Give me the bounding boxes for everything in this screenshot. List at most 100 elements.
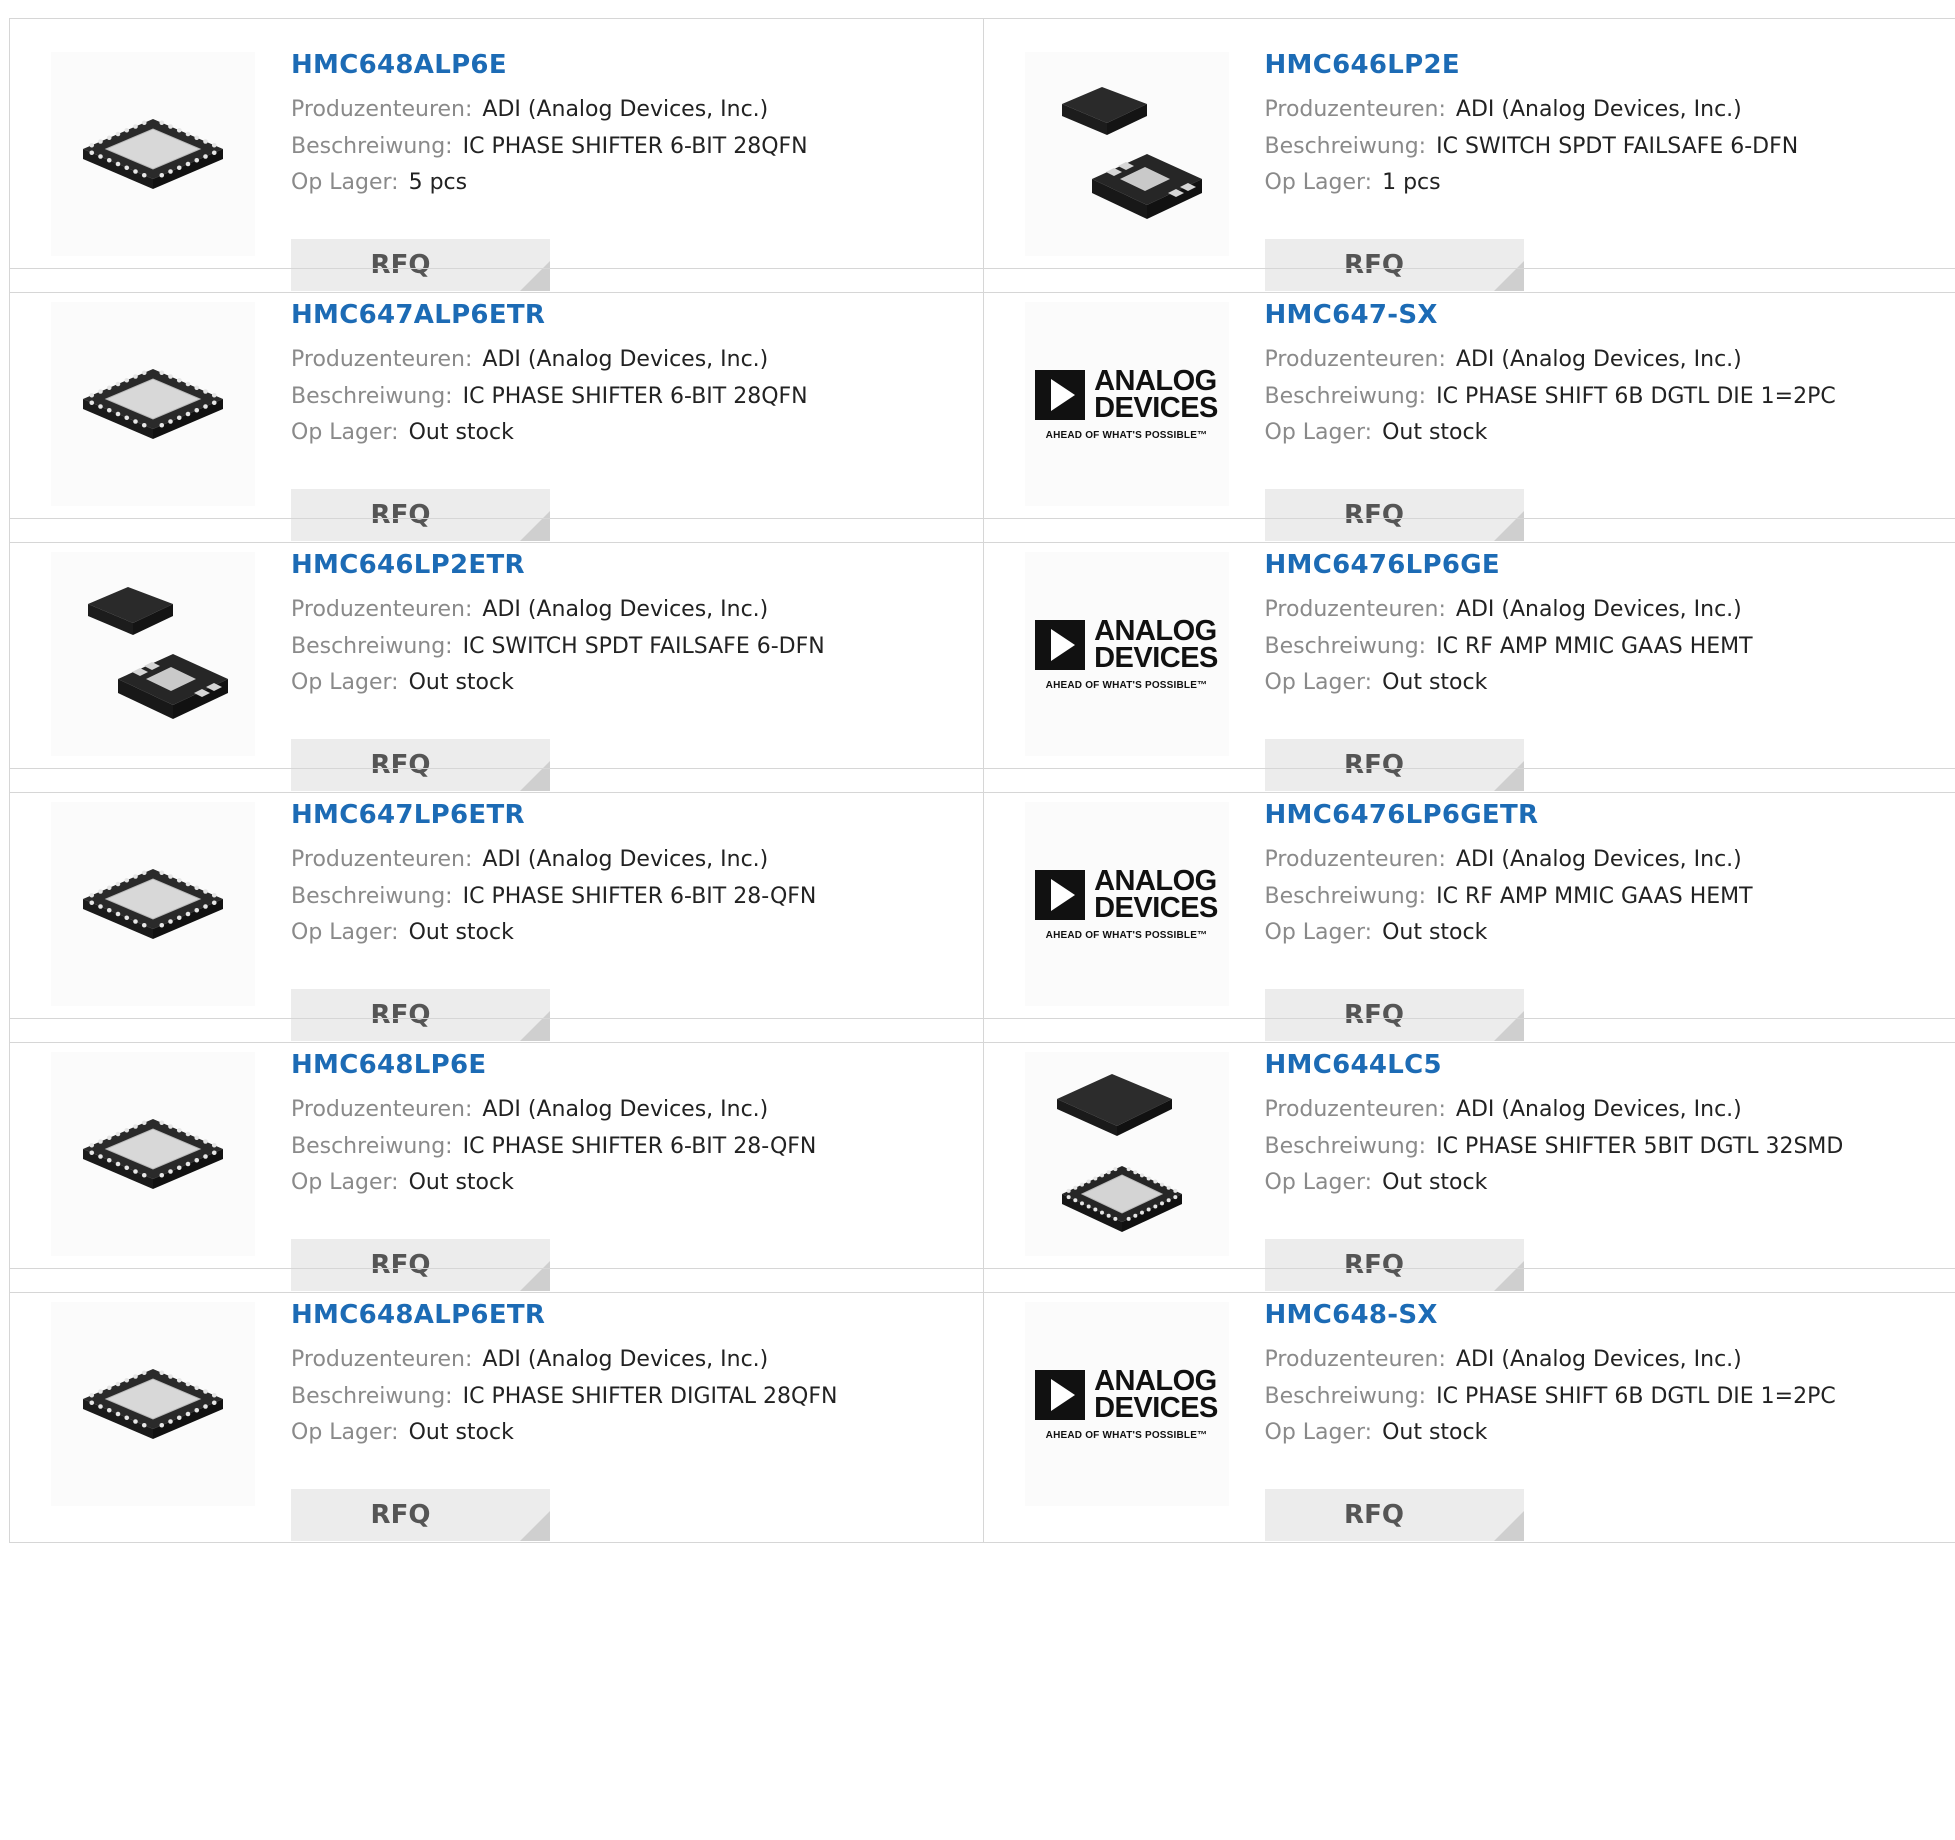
- manufacturer-row: Produzenteuren: ADI (Analog Devices, Inc.…: [291, 842, 971, 879]
- stock-value: Out stock: [1382, 920, 1488, 945]
- manufacturer-label: Produzenteuren:: [1264, 1347, 1446, 1372]
- stock-value: Out stock: [408, 920, 514, 945]
- description-label: Beschreiwung:: [291, 1383, 453, 1409]
- analog-devices-logo: ANALOG DEVICES AHEAD OF WHAT'S POSSIBLE™: [1035, 616, 1218, 691]
- corner-triangle-icon: [1493, 1511, 1524, 1541]
- description-row: Beschreiwung: IC RF AMP MMIC GAAS HEMT: [1265, 629, 1945, 666]
- rfq-button-label: RFQ: [370, 1500, 431, 1530]
- product-card: HMC646LP2ETR Produzenteuren: ADI (Analog …: [10, 519, 983, 792]
- part-number-link[interactable]: HMC6476LP6GETR: [1265, 800, 1945, 830]
- part-number-link[interactable]: HMC647-SX: [1265, 300, 1945, 330]
- description-label: Beschreiwung:: [1264, 883, 1427, 909]
- manufacturer-value: ADI (Analog Devices, Inc.): [1455, 597, 1742, 622]
- manufacturer-row: Produzenteuren: ADI (Analog Devices, Inc.…: [291, 1092, 971, 1129]
- part-number-link[interactable]: HMC647ALP6ETR: [291, 300, 971, 330]
- manufacturer-value: ADI (Analog Devices, Inc.): [482, 97, 769, 122]
- manufacturer-value: ADI (Analog Devices, Inc.): [482, 847, 769, 872]
- stock-row: Op Lager: Out stock: [1265, 1165, 1945, 1202]
- brand-logo-line2: DEVICES: [1094, 1391, 1218, 1424]
- product-card: ANALOG DEVICES AHEAD OF WHAT'S POSSIBLE™ H…: [982, 519, 1955, 792]
- brand-logo-tagline: AHEAD OF WHAT'S POSSIBLE™: [1045, 679, 1208, 691]
- lc5-chip-icon: [1056, 1074, 1182, 1232]
- part-number-link[interactable]: HMC644LC5: [1265, 1050, 1945, 1080]
- brand-logo-line2: DEVICES: [1094, 391, 1218, 424]
- manufacturer-row: Produzenteuren: ADI (Analog Devices, Inc.…: [1265, 342, 1945, 379]
- product-row: HMC647LP6ETR Produzenteuren: ADI (Analog …: [9, 768, 1955, 1043]
- product-image[interactable]: [51, 552, 255, 756]
- analog-devices-logo: ANALOG DEVICES AHEAD OF WHAT'S POSSIBLE™: [1035, 1364, 1218, 1441]
- manufacturer-value: ADI (Analog Devices, Inc.): [1455, 347, 1742, 372]
- brand-logo-line1: ANALOG: [1094, 1364, 1217, 1397]
- rfq-button[interactable]: RFQ: [291, 1489, 550, 1541]
- part-number-link[interactable]: HMC647LP6ETR: [291, 800, 971, 830]
- description-value: IC PHASE SHIFTER 6-BIT 28-QFN: [462, 883, 817, 909]
- part-number-link[interactable]: HMC648-SX: [1265, 1300, 1945, 1330]
- manufacturer-value: ADI (Analog Devices, Inc.): [482, 597, 769, 622]
- product-card: HMC644LC5 Produzenteuren: ADI (Analog Dev…: [982, 1019, 1955, 1292]
- description-row: Beschreiwung: IC PHASE SHIFTER 6-BIT 28QF…: [291, 129, 971, 166]
- product-row: HMC648ALP6E Produzenteuren: ADI (Analog D…: [9, 18, 1955, 293]
- stock-label: Op Lager:: [1264, 1170, 1373, 1195]
- product-row: HMC648LP6E Produzenteuren: ADI (Analog De…: [9, 1018, 1955, 1293]
- stock-value: Out stock: [1382, 1420, 1488, 1445]
- manufacturer-row: Produzenteuren: ADI (Analog Devices, Inc.…: [1265, 592, 1945, 629]
- description-value: IC PHASE SHIFTER 6-BIT 28-QFN: [462, 1133, 817, 1159]
- manufacturer-label: Produzenteuren:: [291, 347, 473, 372]
- manufacturer-value: ADI (Analog Devices, Inc.): [1455, 847, 1742, 872]
- description-label: Beschreiwung:: [291, 883, 453, 909]
- stock-value: 5 pcs: [408, 170, 468, 195]
- stock-value: Out stock: [1382, 1170, 1488, 1195]
- product-card: HMC648ALP6ETR Produzenteuren: ADI (Analog…: [10, 1269, 983, 1542]
- manufacturer-row: Produzenteuren: ADI (Analog Devices, Inc.…: [291, 92, 971, 129]
- product-image[interactable]: [51, 1302, 255, 1506]
- stock-label: Op Lager:: [291, 1170, 399, 1195]
- manufacturer-label: Produzenteuren:: [291, 597, 473, 622]
- manufacturer-row: Produzenteuren: ADI (Analog Devices, Inc.…: [291, 1342, 971, 1379]
- part-number-link[interactable]: HMC648ALP6E: [291, 50, 971, 80]
- stock-value: 1 pcs: [1382, 170, 1441, 195]
- rfq-button[interactable]: RFQ: [1264, 1489, 1524, 1541]
- product-image[interactable]: ANALOG DEVICES AHEAD OF WHAT'S POSSIBLE™: [1024, 302, 1229, 506]
- qfn-chip-icon: [83, 1369, 223, 1439]
- description-row: Beschreiwung: IC PHASE SHIFTER 6-BIT 28-Q…: [291, 1129, 971, 1166]
- part-number-link[interactable]: HMC6476LP6GE: [1265, 550, 1945, 580]
- part-number-link[interactable]: HMC648LP6E: [291, 1050, 971, 1080]
- stock-row: Op Lager: 5 pcs: [291, 165, 971, 202]
- description-label: Beschreiwung:: [291, 383, 453, 409]
- stock-label: Op Lager:: [1264, 1420, 1373, 1445]
- product-image[interactable]: ANALOG DEVICES AHEAD OF WHAT'S POSSIBLE™: [1024, 552, 1229, 756]
- description-row: Beschreiwung: IC PHASE SHIFTER 6-BIT 28QF…: [291, 379, 971, 416]
- product-card: ANALOG DEVICES AHEAD OF WHAT'S POSSIBLE™ H…: [982, 1269, 1955, 1542]
- stock-label: Op Lager:: [291, 920, 399, 945]
- product-row: HMC647ALP6ETR Produzenteuren: ADI (Analog…: [9, 268, 1955, 543]
- brand-logo-line2: DEVICES: [1094, 891, 1218, 924]
- product-image[interactable]: [1024, 1052, 1229, 1256]
- product-card: HMC647LP6ETR Produzenteuren: ADI (Analog …: [10, 769, 983, 1042]
- stock-label: Op Lager:: [1264, 420, 1373, 445]
- description-value: IC RF AMP MMIC GAAS HEMT: [1436, 633, 1753, 659]
- manufacturer-label: Produzenteuren:: [291, 847, 473, 872]
- product-card: HMC648LP6E Produzenteuren: ADI (Analog De…: [10, 1019, 983, 1292]
- part-number-link[interactable]: HMC646LP2ETR: [291, 550, 971, 580]
- product-image[interactable]: [51, 802, 255, 1006]
- description-value: IC PHASE SHIFTER DIGITAL 28QFN: [462, 1383, 838, 1409]
- product-image[interactable]: [1024, 52, 1229, 256]
- description-value: IC PHASE SHIFTER 6-BIT 28QFN: [462, 383, 808, 409]
- product-card: HMC646LP2E Produzenteuren: ADI (Analog De…: [982, 19, 1955, 292]
- stock-label: Op Lager:: [1264, 170, 1373, 195]
- part-number-link[interactable]: HMC646LP2E: [1265, 50, 1945, 80]
- product-card: ANALOG DEVICES AHEAD OF WHAT'S POSSIBLE™ H…: [982, 769, 1955, 1042]
- stock-row: Op Lager: Out stock: [1265, 415, 1945, 452]
- manufacturer-row: Produzenteuren: ADI (Analog Devices, Inc.…: [1265, 92, 1945, 129]
- description-label: Beschreiwung:: [1264, 1383, 1427, 1409]
- product-image[interactable]: ANALOG DEVICES AHEAD OF WHAT'S POSSIBLE™: [1024, 1302, 1229, 1506]
- product-image[interactable]: [51, 52, 255, 256]
- stock-value: Out stock: [1382, 670, 1488, 695]
- brand-logo-tagline: AHEAD OF WHAT'S POSSIBLE™: [1045, 929, 1208, 941]
- description-value: IC RF AMP MMIC GAAS HEMT: [1436, 883, 1753, 909]
- product-image[interactable]: [51, 302, 255, 506]
- product-image[interactable]: [51, 1052, 255, 1256]
- description-label: Beschreiwung:: [1264, 383, 1427, 409]
- part-number-link[interactable]: HMC648ALP6ETR: [291, 1300, 971, 1330]
- product-image[interactable]: ANALOG DEVICES AHEAD OF WHAT'S POSSIBLE™: [1024, 802, 1229, 1006]
